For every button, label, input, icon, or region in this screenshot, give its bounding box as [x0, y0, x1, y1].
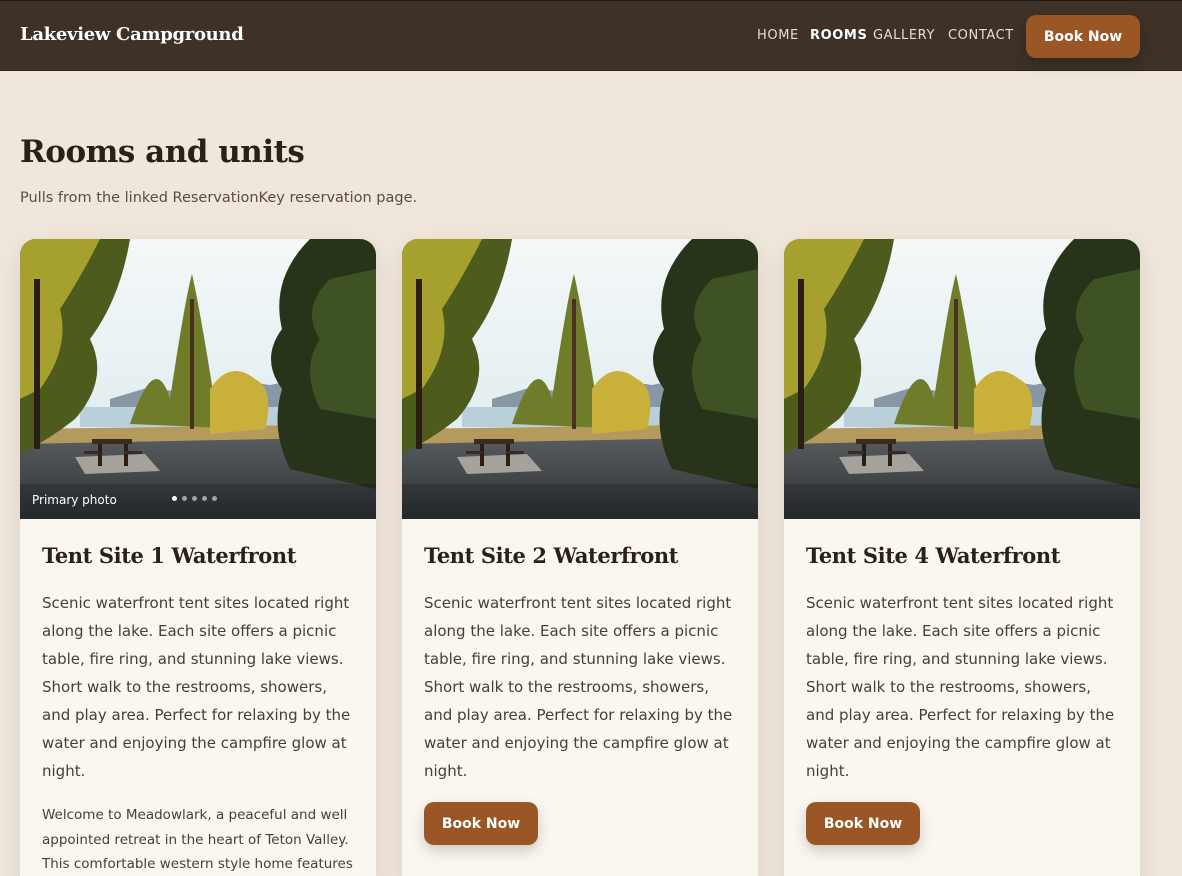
- room-photo: [784, 239, 1140, 519]
- room-description: Scenic waterfront tent sites located rig…: [42, 594, 351, 780]
- room-card: Tent Site 4 Waterfront Scenic waterfront…: [784, 239, 1140, 876]
- room-extra-description: Welcome to Meadowlark, a peaceful and we…: [42, 807, 353, 872]
- room-photo-carousel[interactable]: Primary photo: [20, 239, 376, 519]
- book-now-button[interactable]: Book Now: [424, 802, 538, 845]
- room-description: Scenic waterfront tent sites located rig…: [806, 594, 1115, 780]
- nav-home[interactable]: HOME: [757, 28, 799, 43]
- carousel-dot[interactable]: [192, 496, 197, 501]
- room-description: Scenic waterfront tent sites located rig…: [424, 594, 733, 780]
- room-title: Tent Site 2 Waterfront: [424, 543, 679, 568]
- room-title: Tent Site 1 Waterfront: [42, 543, 297, 568]
- room-card: Tent Site 2 Waterfront Scenic waterfront…: [402, 239, 758, 876]
- carousel-dot[interactable]: [182, 496, 187, 501]
- nav-gallery[interactable]: GALLERY: [873, 28, 935, 43]
- room-title: Tent Site 4 Waterfront: [806, 543, 1061, 568]
- page-title: Rooms and units: [20, 134, 305, 170]
- room-photo: [402, 239, 758, 519]
- site-brand[interactable]: Lakeview Campground: [20, 24, 244, 45]
- photo-caption: Primary photo: [32, 493, 117, 507]
- nav-contact[interactable]: CONTACT: [948, 28, 1014, 43]
- campsite-photo: [784, 239, 1140, 519]
- room-card: Primary photo Tent Site 1 Waterfront Sce…: [20, 239, 376, 876]
- carousel-dot[interactable]: [202, 496, 207, 501]
- carousel-dot[interactable]: [172, 496, 177, 501]
- nav-rooms[interactable]: ROOMS: [810, 28, 867, 43]
- top-navigation-bar: Lakeview Campground HOME ROOMS GALLERY C…: [0, 0, 1182, 71]
- campsite-photo: [402, 239, 758, 519]
- page-subtitle: Pulls from the linked ReservationKey res…: [20, 190, 418, 206]
- book-now-button[interactable]: Book Now: [806, 802, 920, 845]
- campsite-photo: [20, 239, 376, 519]
- carousel-dot[interactable]: [212, 496, 217, 501]
- book-now-button[interactable]: Book Now: [1026, 15, 1140, 58]
- carousel-dots[interactable]: [172, 496, 217, 501]
